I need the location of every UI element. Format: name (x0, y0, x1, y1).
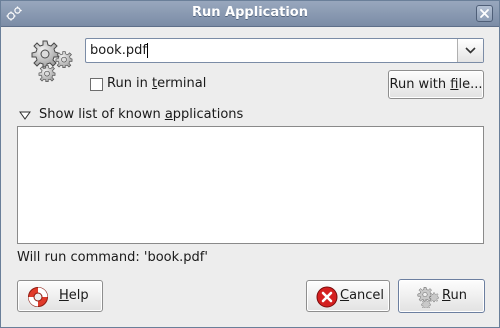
command-combobox[interactable] (85, 38, 484, 63)
cancel-button[interactable]: Cancel (306, 280, 390, 312)
expander-arrow-icon (19, 111, 31, 120)
run-in-terminal-label: Run in terminal (107, 76, 207, 91)
run-in-terminal-checkbox[interactable] (90, 78, 103, 91)
gears-icon (417, 287, 439, 308)
will-run-status: Will run command: 'book.pdf' (17, 250, 208, 265)
run-with-file-button[interactable]: Run with file... (388, 70, 484, 99)
text-cursor (147, 43, 148, 58)
known-applications-label: Show list of known applications (39, 107, 244, 122)
cancel-icon (316, 286, 338, 308)
title-bar: Run Application (1, 1, 499, 27)
run-button[interactable]: Run (398, 279, 485, 313)
history-dropdown-button[interactable] (457, 39, 483, 62)
close-icon (480, 9, 489, 18)
help-label: Help (59, 288, 89, 303)
known-applications-list[interactable] (17, 126, 484, 244)
command-input[interactable] (88, 41, 458, 60)
run-label: Run (442, 288, 467, 303)
chevron-down-icon (465, 47, 476, 54)
help-button[interactable]: Help (17, 280, 103, 312)
run-application-dialog: Run Application book.pdf Run in terminal… (0, 0, 500, 328)
close-button[interactable] (476, 5, 493, 22)
gears-icon (31, 40, 73, 82)
run-with-file-label: Run with file... (389, 77, 483, 92)
window-title: Run Application (192, 5, 308, 20)
lifebuoy-icon (28, 287, 48, 307)
cancel-label: Cancel (340, 288, 385, 303)
